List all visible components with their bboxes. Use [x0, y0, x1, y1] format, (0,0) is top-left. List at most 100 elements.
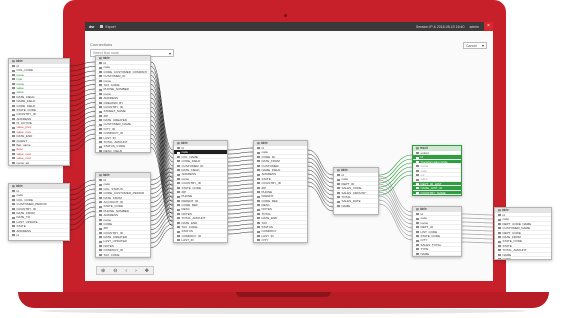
table-row[interactable]: NAME [334, 204, 378, 209]
column-icon [12, 126, 15, 129]
zoom-out-icon[interactable]: ⊖ [113, 268, 117, 274]
column-name: ZIP [261, 185, 267, 190]
column-name: id [502, 213, 505, 217]
column-icon [12, 82, 15, 85]
column-icon [177, 151, 180, 154]
column-icon [416, 248, 419, 251]
column-name: ZIP [103, 226, 109, 231]
column-name: CITY_ID [103, 126, 116, 131]
table-node-left-a[interactable]: tableidCOL_CODEnametypenamevaluevalueDAT… [8, 58, 70, 166]
column-icon [257, 221, 260, 224]
column-name: id [341, 173, 344, 177]
table-row[interactable]: NAME [413, 252, 461, 256]
column-icon [337, 182, 340, 185]
column-icon [12, 117, 15, 120]
column-icon [337, 200, 340, 203]
column-name: STATE [502, 243, 512, 248]
column-icon [257, 169, 260, 172]
column-icon [177, 147, 180, 150]
column-name: DATE_END [261, 216, 278, 221]
column-icon [337, 174, 340, 177]
column-name: TOTAL [261, 211, 271, 216]
column-name: COUNTRY_ID [103, 230, 123, 235]
table-row[interactable]: id [9, 233, 69, 238]
app-name[interactable]: Export [105, 25, 115, 29]
column-icon [99, 75, 102, 78]
table-node-col3[interactable]: tableidcodeCOL_NAMECODE_FIELDCUSTOMER_ID… [173, 140, 228, 243]
column-icon [337, 187, 340, 190]
column-name: PARENT_ID [181, 198, 199, 203]
column-icon [12, 122, 15, 125]
fit-view-icon[interactable]: ✥ [145, 268, 149, 274]
column-name: DEPT_ID_HIST [420, 181, 442, 186]
table-node-col6[interactable]: tableidcodenameDEPT_IDLIST_CODESTATE_COD… [412, 206, 462, 257]
column-name: COUNTRY_ID [16, 206, 36, 211]
column-name: id [420, 155, 423, 160]
table-row[interactable]: COUNTRY_NAME [413, 190, 461, 195]
table-node-col5[interactable]: tableidcodeDEPT_IDSALES_CODESALES_AMOUNT… [333, 167, 379, 215]
column-name: NOTES [103, 243, 114, 248]
column-icon [12, 87, 15, 90]
column-icon [177, 235, 180, 238]
table-row[interactable]: name_alt [9, 161, 69, 165]
column-name: DATE_FROM [502, 234, 521, 239]
column-name: COMPANY_ID [181, 233, 202, 238]
column-icon [99, 123, 102, 126]
column-name: DATE_FIELD [16, 94, 35, 99]
close-icon[interactable]: × [484, 22, 493, 31]
column-icon [257, 160, 260, 163]
column-name: ADDRESS [103, 96, 119, 101]
next-icon[interactable]: › [135, 268, 137, 274]
column-icon [12, 135, 15, 138]
column-name: code [420, 168, 428, 173]
result-node[interactable]: resultoutputidTransformation Rulenamecod… [412, 145, 462, 196]
column-icon [416, 182, 419, 185]
table-node-right[interactable]: tableidcodeDEPT_CODE_NAMECUSTOMER_NAMEDE… [494, 207, 552, 260]
column-icon [12, 131, 15, 134]
column-name: ZIP [181, 189, 187, 194]
table-node-left-b[interactable]: tableidcodeCOL_CODECUSTOMER_PERIODCOUNTR… [8, 183, 70, 241]
column-name: COL_CODE [16, 68, 34, 73]
prev-icon[interactable]: ‹ [125, 268, 127, 274]
column-icon [99, 218, 102, 221]
column-name: DATE_FROM [103, 195, 122, 200]
column-icon [12, 194, 15, 197]
table-row[interactable]: CODE [495, 257, 551, 259]
column-name: name [103, 78, 112, 83]
cancel-button[interactable]: Cancel ▾ [463, 42, 487, 49]
column-icon [99, 205, 102, 208]
table-node-col4[interactable]: tableidcodeCODE_IDDATE_FROMCUSTOMERNAME_… [253, 140, 308, 243]
column-name: name [16, 72, 25, 77]
table-row[interactable]: ACTIVE [96, 257, 150, 258]
column-name: DATE_FROM [16, 210, 35, 215]
column-icon [498, 214, 501, 217]
column-icon [99, 62, 102, 65]
column-name: id [16, 189, 19, 193]
column-icon [177, 164, 180, 167]
zoom-in-icon[interactable]: ⊕ [101, 268, 105, 274]
column-name: TAX_CODE [181, 225, 198, 230]
table-node-col2-a[interactable]: tableidcodeCODE_CUSTOMER_COMPANYCUSTOMER… [95, 55, 151, 153]
column-icon [177, 173, 180, 176]
column-icon [99, 84, 102, 87]
cancel-label: Cancel [466, 44, 477, 48]
breadcrumb: Connections [90, 42, 113, 47]
column-icon [498, 258, 501, 259]
column-name: code [261, 150, 269, 155]
column-icon [337, 191, 340, 194]
column-icon [177, 199, 180, 202]
column-name: DESC [261, 203, 270, 208]
column-icon [337, 178, 340, 181]
column-name: value [16, 90, 24, 95]
column-name: TAX [261, 220, 268, 225]
column-icon [12, 157, 15, 160]
column-name: NOTES [261, 207, 272, 212]
column-name: TOTAL_AMOUNT [103, 140, 128, 145]
column-icon [416, 152, 419, 155]
user-menu[interactable]: admin [469, 25, 479, 29]
zoom-toolbar: ⊕ ⊖ ‹ › ✥ [96, 266, 154, 275]
table-node-col2-b[interactable]: tableidcodeCOL_STATUSCODE_CUSTOMER_PERIO… [95, 172, 151, 258]
column-icon [12, 216, 15, 219]
column-icon [416, 243, 419, 246]
column-name: STATUS_CODE [103, 144, 126, 149]
